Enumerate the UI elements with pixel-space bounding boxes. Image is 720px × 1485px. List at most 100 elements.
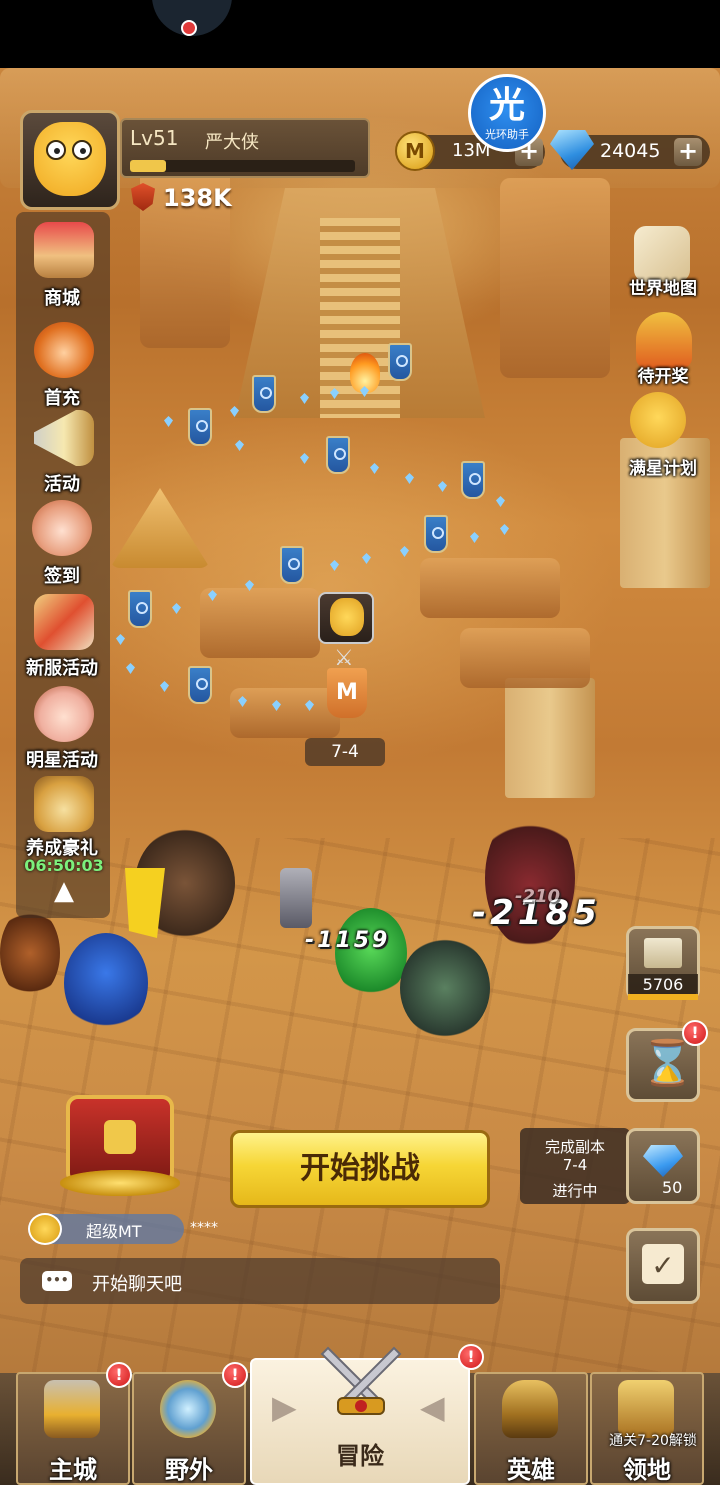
menu-shop[interactable]: 商城 [14, 284, 110, 310]
green-slime-hero [335, 908, 407, 998]
chat-user-avatar [28, 1213, 62, 1245]
star-plan-icon[interactable] [630, 392, 686, 448]
current-stage-avatar [330, 598, 364, 636]
calendar-check-icon: ✓ [642, 1244, 684, 1284]
field-icon [160, 1380, 216, 1438]
chest-lock [104, 1120, 136, 1154]
rock-4 [460, 628, 590, 688]
path-gem [235, 440, 244, 451]
codex-progress [628, 994, 698, 1000]
left-hero [0, 908, 60, 998]
stage-flag[interactable] [188, 666, 212, 704]
rock-2 [200, 588, 320, 658]
tab-territory-label: 领地 [623, 1456, 671, 1484]
chat-message: **** [190, 1220, 218, 1236]
chat-placeholder: 开始聊天吧 [92, 1274, 182, 1295]
gold-coins [60, 1170, 180, 1196]
path-gem [470, 532, 479, 543]
crossed-swords-icon [318, 1340, 404, 1426]
stage-flag[interactable] [280, 546, 304, 584]
stage-flag[interactable] [424, 515, 448, 553]
stage-flag[interactable] [128, 590, 152, 628]
menu-checkin[interactable]: 签到 [14, 562, 110, 588]
path-gem [496, 496, 505, 507]
hourglass-alert-badge: ! [682, 1020, 708, 1046]
codex-count: 5706 [628, 974, 698, 996]
damage-number: -1159 [305, 928, 391, 953]
chevron-right-icon: ▶ [272, 1388, 297, 1426]
path-gem [300, 453, 309, 464]
castle-icon [44, 1380, 100, 1438]
avatar-eye [46, 140, 66, 160]
book-icon [644, 938, 682, 968]
menu-new-server-events[interactable]: 新服活动 [14, 654, 110, 680]
orc-hero [400, 938, 490, 1038]
tab-adventure-label: 冒险 [336, 1442, 384, 1470]
status-bar [0, 0, 720, 68]
path-gem [160, 681, 169, 692]
start-challenge-button[interactable]: 开始挑战 [230, 1130, 490, 1208]
add-gem-button[interactable]: + [674, 138, 702, 166]
chat-bubble-icon: ••• [42, 1271, 72, 1291]
gem-amount: 24045 [600, 140, 661, 162]
path-gem [164, 416, 173, 427]
path-gem [438, 481, 447, 492]
menu-star-events[interactable]: 明星活动 [14, 746, 110, 772]
firework-icon[interactable] [34, 594, 94, 650]
path-gem [370, 463, 379, 474]
field-alert-badge: ! [222, 1362, 248, 1388]
ruin-pillar-mid [505, 678, 595, 798]
stage-flag[interactable] [188, 408, 212, 446]
collapse-menu-button[interactable]: ▲ [44, 878, 84, 904]
dungeon-stage: 7-4 [562, 1156, 588, 1174]
menu-lottery[interactable]: 待开奖 [608, 362, 718, 387]
territory-lock-text: 通关7-20解锁 [609, 1433, 697, 1449]
growth-gift-timer: 06:50:03 [24, 856, 104, 875]
dungeon-reward-amount: 50 [662, 1178, 683, 1197]
current-stage-flag[interactable]: M [327, 668, 367, 718]
dungeon-title: 完成副本 [544, 1138, 605, 1156]
assistant-notification-dot [181, 20, 197, 36]
tab-field-label: 野外 [165, 1456, 213, 1484]
stage-flag[interactable] [326, 436, 350, 474]
rock-1 [420, 558, 560, 618]
path-gem [405, 473, 414, 484]
first-recharge-icon[interactable] [34, 322, 94, 378]
menu-events[interactable]: 活动 [14, 470, 110, 496]
tab-heroes-label: 英雄 [507, 1456, 555, 1484]
player-name: 严大侠 [205, 132, 259, 153]
stage-flag[interactable] [388, 343, 412, 381]
lottery-icon[interactable] [636, 312, 692, 368]
path-gem [500, 524, 509, 535]
dungeon-status: 进行中 [552, 1182, 598, 1200]
stage-flag[interactable] [252, 375, 276, 413]
path-gem [330, 560, 339, 571]
current-stage-label: 7-4 [305, 738, 385, 766]
hourglass-icon: ⌛ [640, 1038, 695, 1089]
menu-first-recharge[interactable]: 首充 [14, 384, 110, 410]
path-gem [116, 634, 125, 645]
main-city-alert-badge: ! [106, 1362, 132, 1388]
gift-bag-icon[interactable] [34, 776, 94, 832]
checkin-icon[interactable] [32, 500, 92, 556]
path-gem [126, 663, 135, 674]
adventure-alert-badge: ! [458, 1344, 484, 1370]
coin-icon: M [395, 131, 435, 171]
tab-main-city-label: 主城 [49, 1456, 97, 1484]
lantern [280, 868, 312, 928]
player-avatar-face [34, 122, 106, 196]
right-cliff [500, 178, 610, 378]
stage-flag[interactable] [461, 461, 485, 499]
helper-label: 光环助手 [485, 128, 529, 141]
shop-icon[interactable] [34, 222, 94, 278]
tent [110, 488, 210, 568]
path-gem [362, 553, 371, 564]
menu-world-map[interactable]: 世界地图 [608, 274, 718, 299]
chevron-left-icon: ◀ [420, 1388, 445, 1426]
combat-power: 138K [163, 184, 232, 212]
blue-hair-hero [64, 933, 148, 1033]
rock-3 [230, 688, 340, 738]
star-girl-icon[interactable] [34, 686, 94, 742]
menu-star-plan[interactable]: 满星计划 [608, 454, 718, 479]
helmet-icon [502, 1380, 558, 1438]
